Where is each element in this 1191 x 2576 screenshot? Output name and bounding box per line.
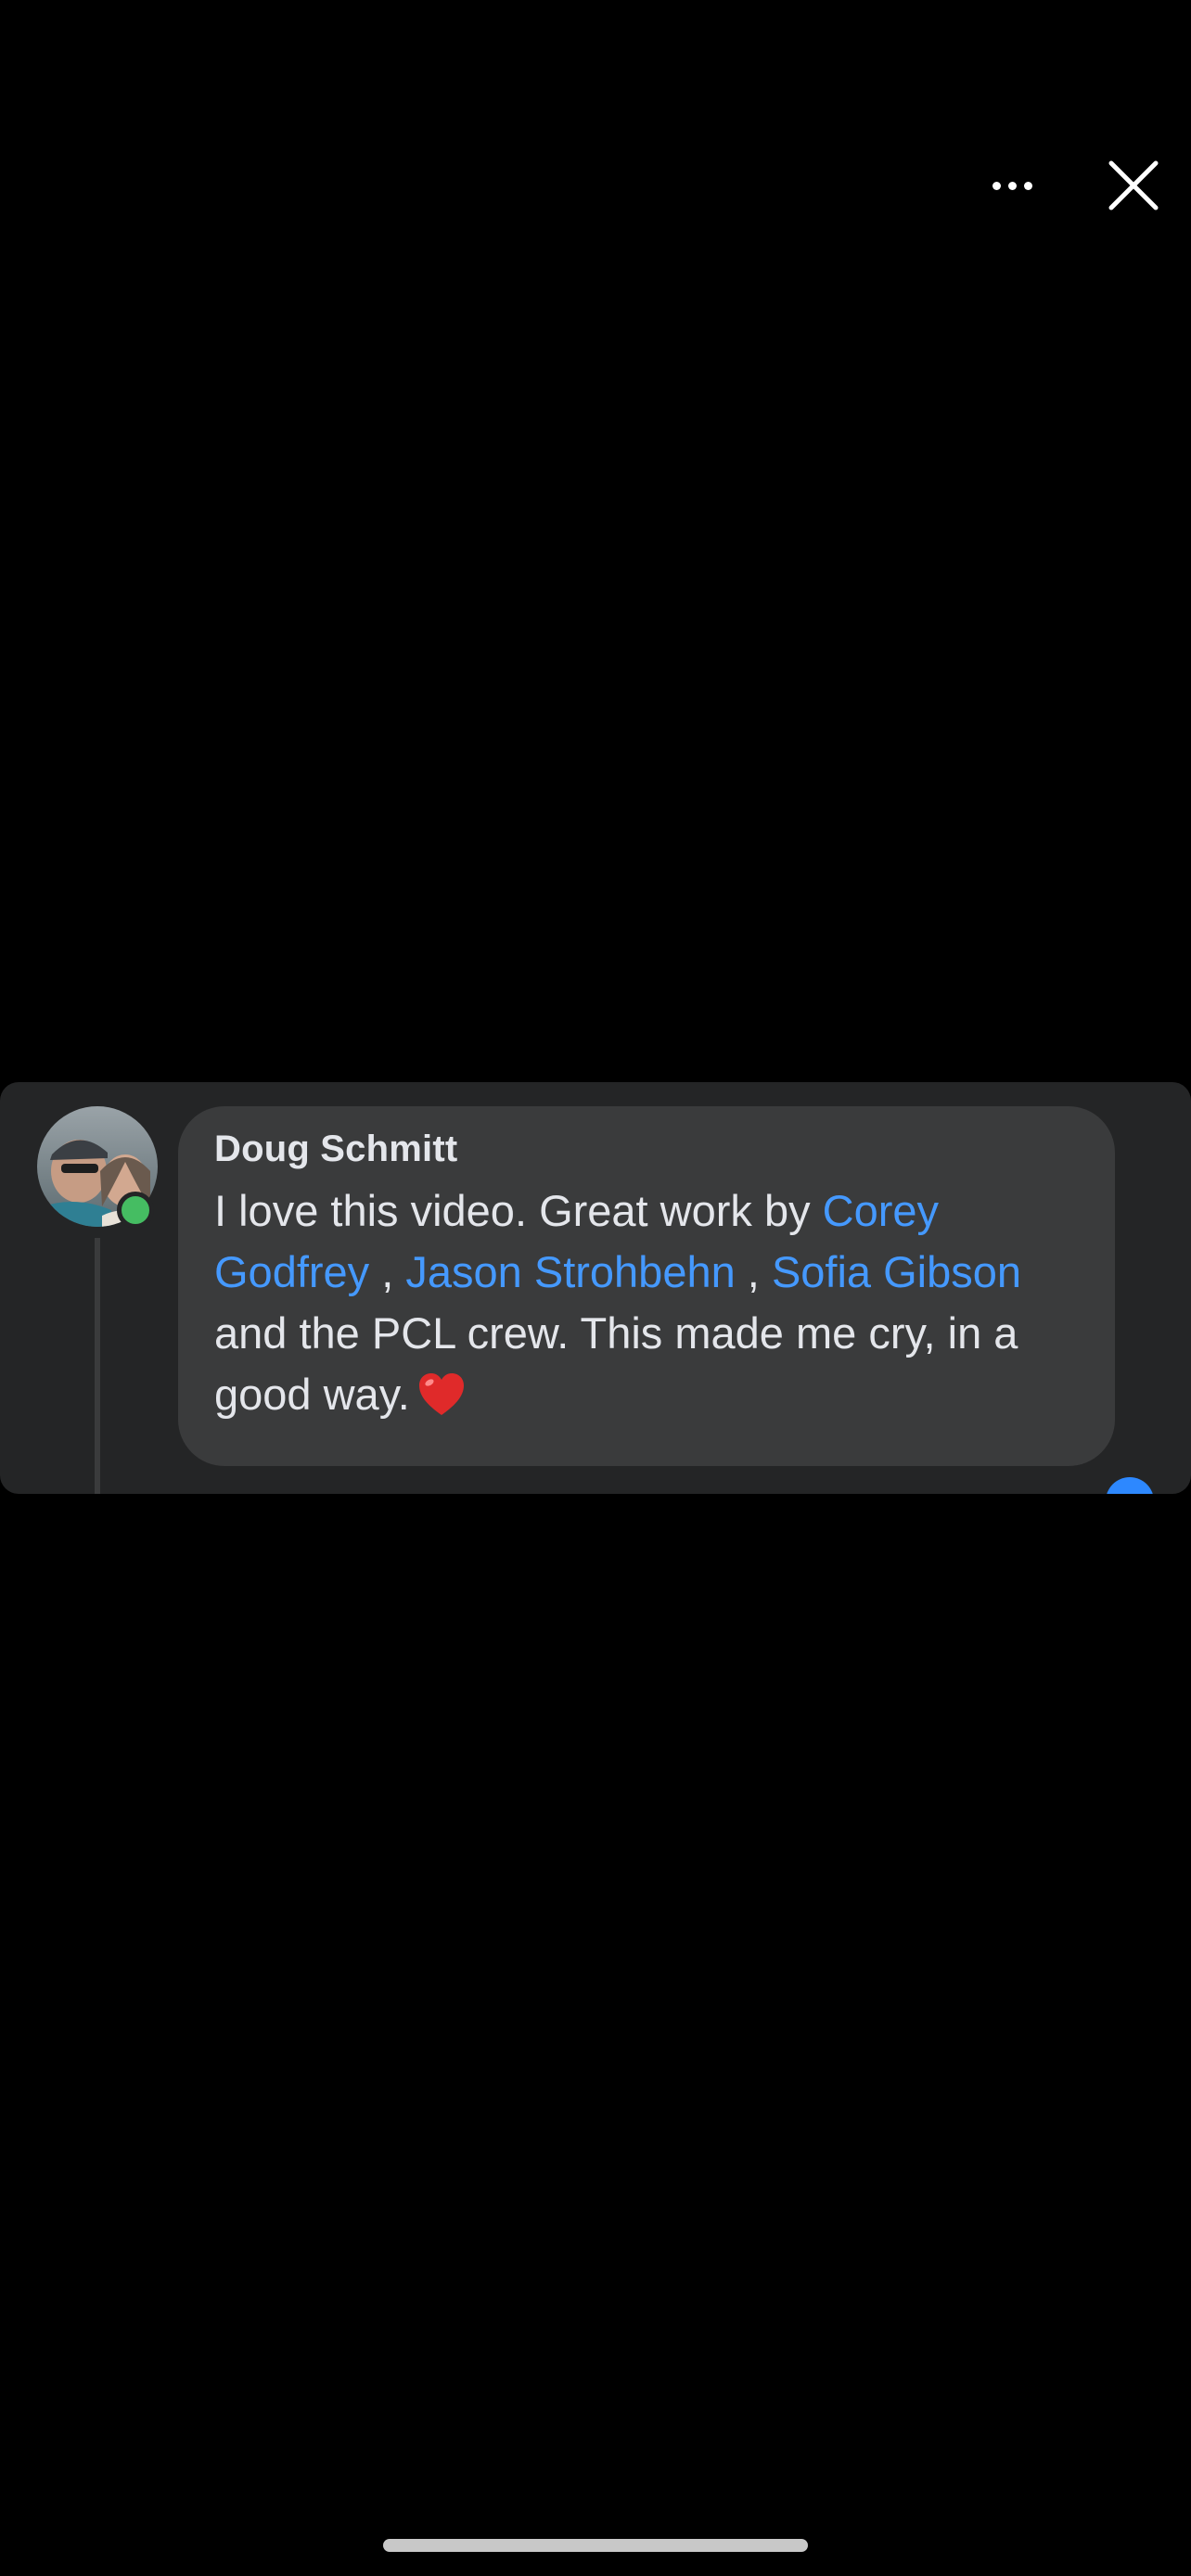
- reply-thread-line: [95, 1238, 100, 1494]
- comment-author-name[interactable]: Doug Schmitt: [214, 1129, 457, 1170]
- mention-separator: ,: [369, 1247, 406, 1296]
- mention-link-jason-strohbehn[interactable]: Jason Strohbehn: [405, 1247, 735, 1296]
- more-options-button[interactable]: [980, 156, 1044, 215]
- more-icon-dot: [992, 181, 1001, 190]
- online-status-indicator: [117, 1192, 154, 1229]
- more-icon-dot: [1023, 181, 1032, 190]
- reaction-icon-partial: [1106, 1477, 1154, 1494]
- close-icon: [1108, 160, 1159, 210]
- home-indicator[interactable]: [383, 2539, 808, 2552]
- comment-text-part: and the PCL crew. This made me cry, in a…: [214, 1308, 1018, 1419]
- close-button[interactable]: [1100, 152, 1167, 219]
- comment-text: I love this video. Great work by Corey G…: [214, 1180, 1105, 1425]
- comment-bubble[interactable]: Doug Schmitt I love this video. Great wo…: [178, 1106, 1115, 1466]
- comment-text-part: I love this video. Great work by: [214, 1186, 823, 1235]
- more-icon-dot: [1007, 181, 1017, 190]
- red-heart-emoji-icon: [418, 1373, 464, 1415]
- comment-panel: Doug Schmitt I love this video. Great wo…: [0, 1082, 1191, 1494]
- mention-separator: ,: [735, 1247, 772, 1296]
- mention-link-sofia-gibson[interactable]: Sofia Gibson: [772, 1247, 1021, 1296]
- video-comment-viewer: Doug Schmitt I love this video. Great wo…: [0, 0, 1191, 2576]
